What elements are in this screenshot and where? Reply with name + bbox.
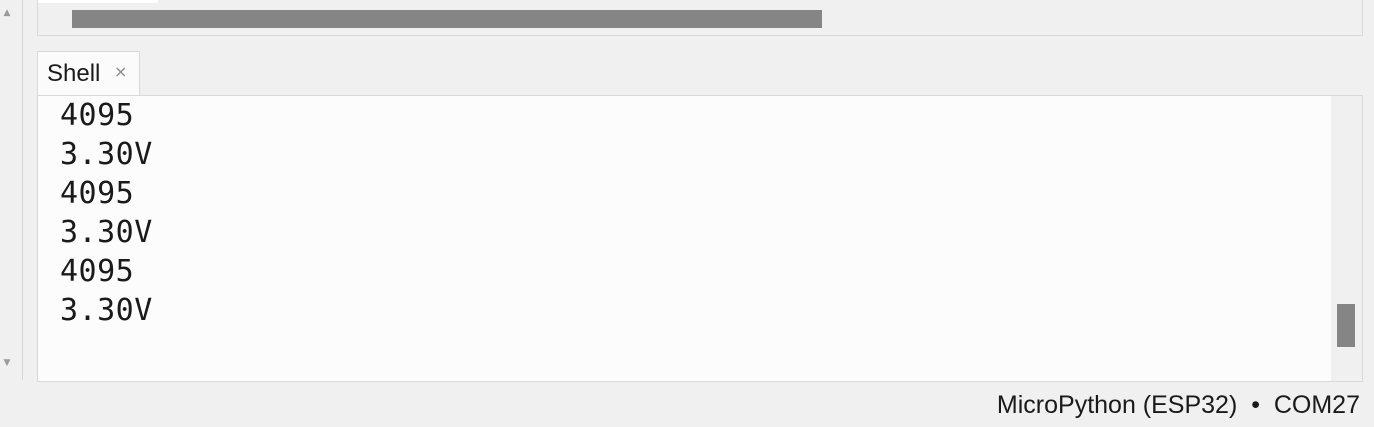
output-line: 4095 — [60, 254, 135, 289]
editor-vertical-scrollbar[interactable]: ▲ ▼ — [0, 0, 23, 380]
port-name: COM27 — [1273, 391, 1360, 419]
editor-horizontal-scrollbar[interactable] — [37, 0, 1363, 36]
shell-output-text: 4095 3.30V 4095 3.30V 4095 3.30V — [60, 96, 153, 330]
tab-shell-label: Shell — [47, 60, 101, 87]
scroll-down-arrow-icon[interactable]: ▼ — [0, 357, 14, 369]
output-line: 3.30V — [60, 293, 153, 328]
close-icon[interactable]: × — [114, 62, 127, 81]
interpreter-name: MicroPython (ESP32) — [996, 391, 1238, 419]
output-line: 4095 — [60, 176, 135, 211]
tab-shell[interactable]: Shell × — [37, 51, 140, 96]
shell-output-panel[interactable]: 4095 3.30V 4095 3.30V 4095 3.30V — [37, 95, 1363, 382]
shell-vertical-scrollbar[interactable] — [1331, 96, 1362, 381]
status-bar: MicroPython (ESP32) • COM27 — [0, 382, 1374, 427]
vertical-scroll-thumb[interactable] — [1337, 304, 1355, 347]
interpreter-status[interactable]: MicroPython (ESP32) • COM27 — [997, 391, 1360, 420]
output-line: 4095 — [60, 98, 135, 133]
editor-edge — [38, 0, 158, 3]
status-separator: • — [1251, 391, 1260, 419]
output-line: 3.30V — [60, 215, 153, 250]
output-line: 3.30V — [60, 137, 153, 172]
scroll-up-arrow-icon[interactable]: ▲ — [0, 7, 14, 19]
horizontal-scroll-thumb[interactable] — [72, 10, 822, 28]
